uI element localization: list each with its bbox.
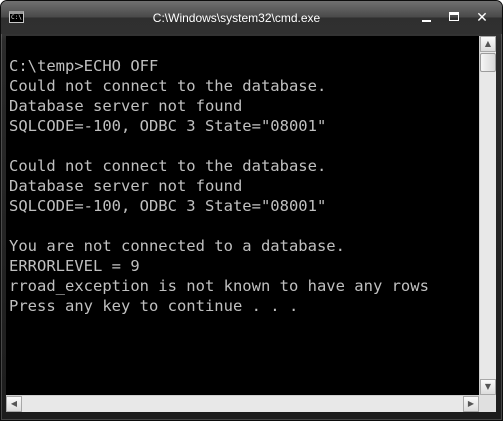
- arrow-left-icon: ◀: [10, 399, 18, 408]
- title-bar[interactable]: C:\ C:\Windows\system32\cmd.exe ✕: [1, 1, 502, 34]
- maximize-button[interactable]: [443, 9, 467, 27]
- console-line: Press any key to continue . . .: [9, 297, 299, 315]
- close-icon: ✕: [476, 10, 488, 26]
- console-text: C:\temp>ECHO OFF Could not connect to the…: [9, 56, 429, 316]
- minimize-icon: [422, 20, 431, 22]
- console-line: ERRORLEVEL = 9: [9, 257, 140, 275]
- arrow-down-icon: ▼: [484, 382, 492, 391]
- console-line: Database server not found: [9, 177, 243, 195]
- console-line: C:\temp>ECHO OFF: [9, 57, 159, 75]
- window-title: C:\Windows\system32\cmd.exe: [152, 11, 321, 25]
- scroll-up-button[interactable]: ▲: [480, 36, 496, 52]
- cmd-app-icon[interactable]: C:\: [9, 11, 24, 23]
- console-output[interactable]: C:\temp>ECHO OFF Could not connect to the…: [6, 36, 479, 395]
- minimize-button[interactable]: [415, 9, 439, 27]
- maximize-icon: [449, 12, 459, 21]
- console-line: Could not connect to the database.: [9, 77, 327, 95]
- console-line: You are not connected to a database.: [9, 237, 345, 255]
- cmd-window: C:\ C:\Windows\system32\cmd.exe ✕ C:\tem…: [0, 0, 503, 421]
- vertical-scroll-thumb[interactable]: [480, 53, 496, 72]
- close-button[interactable]: ✕: [470, 9, 494, 27]
- console-line: rroad_exception is not known to have any…: [9, 277, 429, 295]
- arrow-right-icon: ▶: [467, 399, 475, 408]
- vertical-scrollbar[interactable]: ▲ ▼: [479, 36, 496, 395]
- console-line: SQLCODE=-100, ODBC 3 State="08001": [9, 117, 327, 135]
- arrow-up-icon: ▲: [484, 39, 492, 48]
- horizontal-scrollbar[interactable]: ◀ ▶: [6, 395, 479, 412]
- console-line: SQLCODE=-100, ODBC 3 State="08001": [9, 197, 327, 215]
- console-line: Could not connect to the database.: [9, 157, 327, 175]
- console-line: Database server not found: [9, 97, 243, 115]
- scroll-down-button[interactable]: ▼: [480, 379, 496, 395]
- resize-corner[interactable]: [479, 395, 496, 412]
- scroll-left-button[interactable]: ◀: [6, 396, 22, 412]
- scroll-right-button[interactable]: ▶: [463, 396, 479, 412]
